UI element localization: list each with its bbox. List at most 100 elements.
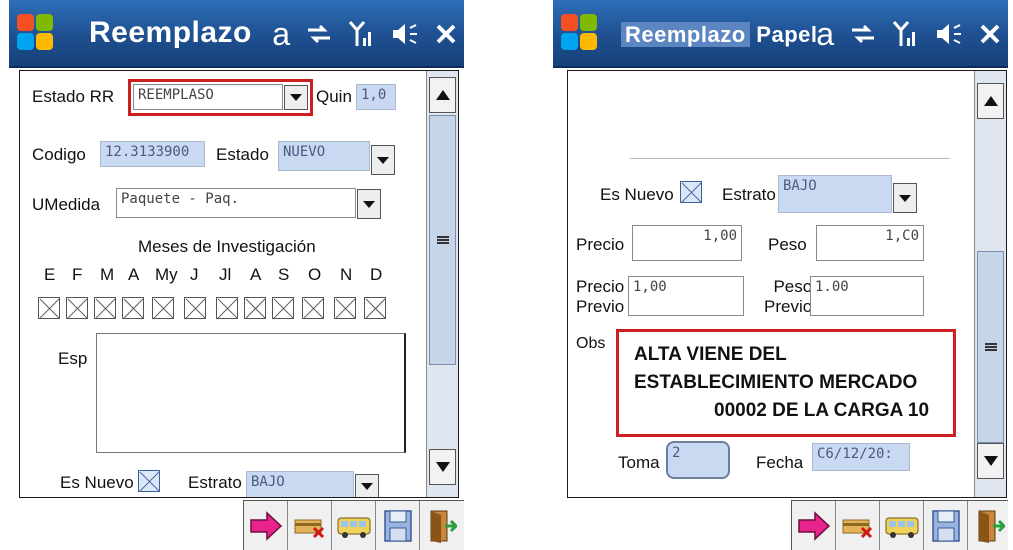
precio-field[interactable]: 1,00 [632, 225, 742, 261]
obs-line-3: 00002 DE LA CARGA 10 [714, 400, 930, 421]
estrato-select[interactable]: BAJO [778, 175, 892, 213]
month-label: A [128, 265, 140, 284]
scroll-thumb[interactable] [429, 115, 456, 365]
scroll-up-icon [435, 90, 450, 100]
estado-dropdown-button[interactable] [371, 145, 395, 175]
save-button[interactable] [924, 501, 968, 550]
month-checkbox[interactable] [216, 297, 238, 319]
form-area: Es Nuevo Estrato BAJO Precio 1,00 Peso 1… [567, 70, 1007, 498]
delete-card-icon [294, 519, 324, 538]
precio-previo-label: Precio Previo [576, 277, 624, 317]
scroll-down-button[interactable] [977, 443, 1004, 479]
signal-icon[interactable] [892, 20, 918, 48]
month-label: F [72, 265, 83, 284]
estrato-label: Estrato [188, 473, 242, 492]
obs-label: Obs [576, 335, 606, 352]
toma-label: Toma [618, 453, 660, 472]
precio-label: Precio [576, 235, 625, 254]
exit-button[interactable] [968, 501, 1008, 550]
peso-field[interactable]: 1,C0 [816, 225, 924, 261]
scroll-down-button[interactable] [429, 449, 456, 485]
screen-reemplazo-papel: Reemplazo Papel a Es Nuevo Estrato BAJO … [553, 0, 1008, 550]
month-checkbox[interactable] [184, 297, 206, 319]
estado-select[interactable]: NUEVO [278, 141, 370, 171]
peso-previo-field[interactable]: 1.00 [810, 276, 924, 316]
delete-card-icon [842, 519, 872, 538]
estrato-dropdown-button[interactable] [355, 474, 379, 497]
volume-icon[interactable] [390, 21, 420, 47]
scroll-up-button[interactable] [429, 77, 456, 113]
month-checkbox[interactable] [334, 297, 356, 319]
esp-textarea[interactable] [96, 333, 406, 453]
scroll-down-icon [435, 462, 450, 472]
next-button[interactable] [244, 501, 288, 550]
close-icon[interactable] [980, 24, 1000, 44]
screen-reemplazo: Reemplazo a Estado RR REEMPLASO Quin 1,0… [9, 0, 464, 550]
title-part-1: Reemplazo [621, 22, 750, 47]
esp-label: Esp [58, 349, 88, 368]
vertical-scrollbar[interactable] [974, 71, 1006, 497]
windows-start-icon[interactable] [17, 14, 55, 52]
month-label: D [370, 265, 383, 284]
window-title: Reemplazo Papel [621, 22, 817, 48]
month-label: My [155, 265, 178, 284]
month-checkbox[interactable] [122, 297, 144, 319]
month-label: J [190, 265, 199, 284]
transport-button[interactable] [332, 501, 376, 550]
month-checkbox[interactable] [94, 297, 116, 319]
month-label: A [250, 265, 262, 284]
keyboard-icon[interactable]: a [272, 16, 290, 53]
estrato-select[interactable]: BAJO [246, 471, 354, 497]
month-checkbox[interactable] [66, 297, 88, 319]
month-label: S [278, 265, 290, 284]
month-label: N [340, 265, 353, 284]
delete-button[interactable] [288, 501, 332, 550]
umedida-dropdown-button[interactable] [357, 189, 381, 219]
estado-rr-label: Estado RR [32, 87, 115, 106]
scroll-thumb[interactable] [977, 251, 1004, 443]
next-button[interactable] [792, 501, 836, 550]
month-checkbox[interactable] [272, 297, 294, 319]
month-checkbox[interactable] [152, 297, 174, 319]
obs-line-1: ALTA VIENE DEL [634, 344, 787, 365]
quin-field[interactable]: 1,0 [356, 84, 396, 110]
transport-button[interactable] [880, 501, 924, 550]
peso-previo-label-line1: Peso [773, 277, 813, 296]
keyboard-icon[interactable]: a [816, 16, 834, 53]
month-checkbox[interactable] [244, 297, 266, 319]
month-label: O [308, 265, 322, 284]
precio-previo-field[interactable]: 1,00 [628, 276, 744, 316]
grip-icon [436, 236, 449, 244]
toma-field[interactable]: 2 [666, 441, 730, 479]
close-icon[interactable] [436, 24, 456, 44]
save-button[interactable] [376, 501, 420, 550]
window-title: Reemplazo [89, 16, 252, 49]
exit-button[interactable] [420, 501, 464, 550]
month-checkbox[interactable] [38, 297, 60, 319]
volume-icon[interactable] [934, 21, 964, 47]
es-nuevo-checkbox[interactable] [680, 181, 702, 203]
highlight-box [128, 79, 313, 116]
peso-previo-label: Peso Previo [764, 277, 812, 317]
codigo-label: Codigo [32, 145, 86, 164]
es-nuevo-label: Es Nuevo [60, 473, 134, 492]
quin-label: Quin [316, 87, 352, 106]
scroll-up-button[interactable] [977, 83, 1004, 119]
fecha-field[interactable]: C6/12/20: [812, 443, 910, 471]
es-nuevo-checkbox[interactable] [138, 470, 160, 492]
windows-start-icon[interactable] [561, 14, 599, 52]
signal-icon[interactable] [348, 20, 374, 48]
codigo-field[interactable]: 12.3133900 [100, 141, 205, 167]
sync-icon[interactable] [850, 22, 876, 46]
umedida-select[interactable]: Paquete - Paq. [116, 188, 356, 218]
sync-icon[interactable] [306, 22, 332, 46]
estrato-dropdown-button[interactable] [893, 183, 917, 213]
vertical-scrollbar[interactable] [426, 71, 458, 497]
scroll-up-icon [983, 96, 998, 106]
save-icon [383, 509, 412, 542]
peso-previo-label-line2: Previo [764, 297, 813, 316]
delete-button[interactable] [836, 501, 880, 550]
month-checkbox[interactable] [302, 297, 324, 319]
fecha-label: Fecha [756, 453, 804, 472]
month-checkbox[interactable] [364, 297, 386, 319]
